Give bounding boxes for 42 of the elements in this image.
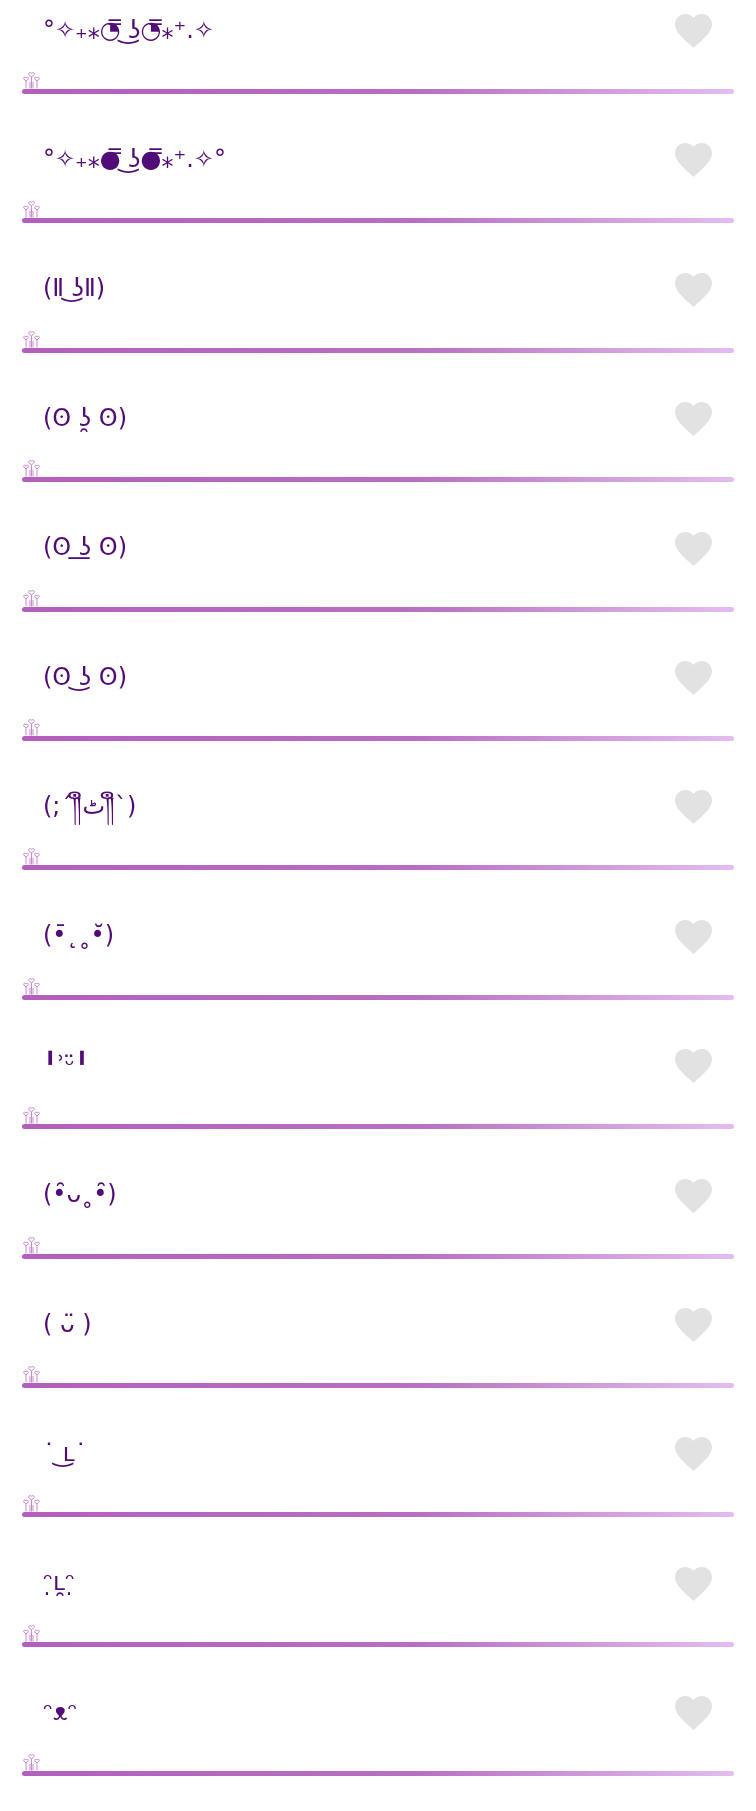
heart-sprouts-icon	[22, 71, 41, 89]
heart-icon[interactable]	[675, 1178, 712, 1213]
heart-icon[interactable]	[675, 531, 712, 566]
kaomoji-text: ᵔ̣ʟ̯ᵔ̣	[43, 1567, 76, 1599]
heart-icon[interactable]	[675, 14, 712, 48]
kaomoji-text: (•̑ᴗ˳•̑)	[43, 1179, 118, 1211]
heart-sprouts-icon	[22, 329, 41, 348]
heart-sprouts-icon	[22, 717, 41, 736]
heart-icon[interactable]	[675, 1696, 712, 1731]
heart-icon[interactable]	[675, 402, 712, 437]
heart-icon[interactable]	[675, 1437, 712, 1472]
heart-sprouts-icon	[22, 847, 41, 866]
kaomoji-text: °✧₊⁎◔̿ ͜ʖ◔̿⁎⁺.✧	[43, 14, 215, 46]
heart-sprouts-icon	[22, 1494, 41, 1513]
heart-icon[interactable]	[675, 919, 712, 954]
heart-icon[interactable]	[675, 1566, 712, 1601]
heart-icon[interactable]	[675, 1049, 712, 1084]
heart-icon[interactable]	[675, 790, 712, 825]
heart-icon[interactable]	[675, 1307, 712, 1342]
kaomoji-text: °✧₊⁎●̿ ͜ʖ●̿⁎⁺.✧°	[43, 144, 227, 175]
kaomoji-text: ╹ʾᵕ̈╹	[43, 1049, 91, 1081]
heart-sprouts-icon	[22, 459, 41, 478]
heart-sprouts-icon	[22, 1623, 41, 1642]
kaomoji-text: (Ⅱ ͜ʖⅡ)	[43, 273, 107, 305]
heart-icon[interactable]	[675, 272, 712, 307]
kaomoji-text: ˙ ͜ʟ˙	[43, 1437, 88, 1469]
kaomoji-text: ᵔᴥᵔ	[43, 1696, 79, 1728]
heart-icon[interactable]	[675, 143, 712, 178]
kaomoji-text: (ʘ ͜ʖ ʘ)	[43, 661, 128, 693]
heart-sprouts-icon	[22, 200, 41, 219]
heart-sprouts-icon	[22, 1753, 41, 1772]
heart-sprouts-icon	[22, 1235, 41, 1254]
kaomoji-text: (;´༎ຶٹ༎ຶ`)	[43, 788, 140, 826]
heart-icon[interactable]	[675, 660, 712, 695]
kaomoji-text: (ʘ ʖ̯ ʘ)	[43, 402, 128, 434]
kaomoji-text: (ʘ ͟ʖ ʘ)	[43, 532, 128, 564]
heart-sprouts-icon	[22, 976, 41, 995]
heart-sprouts-icon	[22, 1364, 41, 1383]
kaomoji-text: ( ᴗ̈ )	[43, 1308, 93, 1340]
heart-sprouts-icon	[22, 1106, 41, 1125]
kaomoji-text: (•̄˛˳•̆)	[43, 920, 116, 952]
heart-sprouts-icon	[22, 588, 41, 607]
